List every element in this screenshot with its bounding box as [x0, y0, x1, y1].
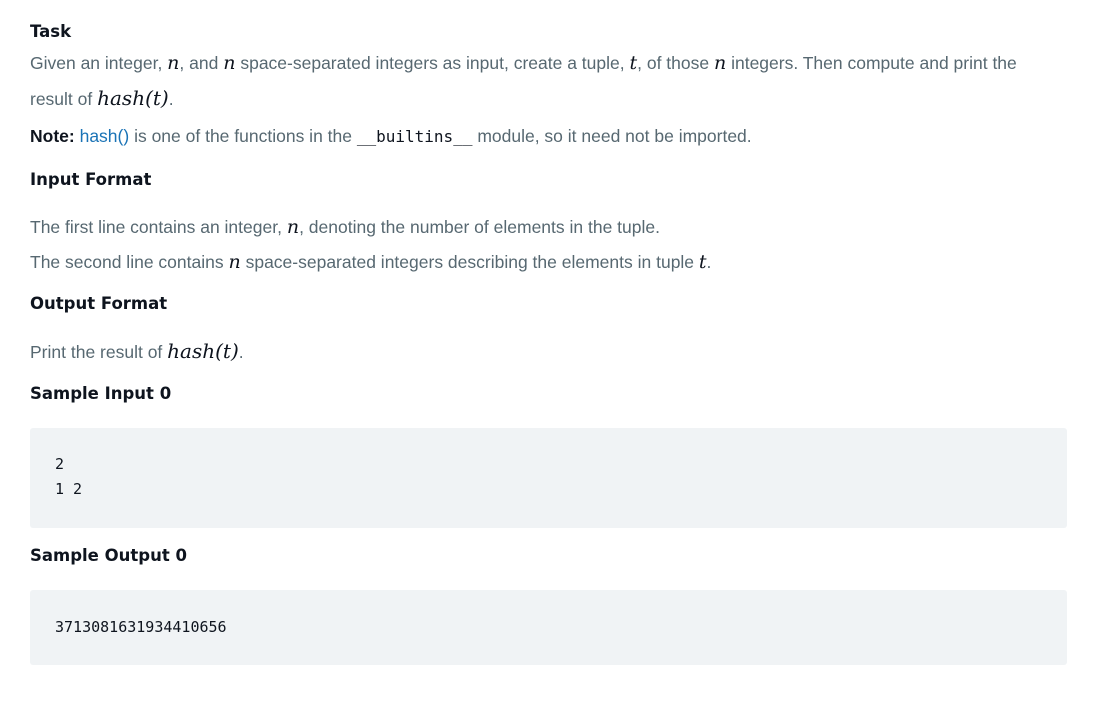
- code-line: 2: [55, 455, 65, 473]
- math-var-n: n: [228, 251, 241, 273]
- task-description: Given an integer, n, and n space-separat…: [30, 52, 1017, 110]
- math-var-n: n: [167, 52, 180, 74]
- math-var-n: n: [223, 52, 236, 74]
- sample-output-code-block: 3713081631934410656: [30, 590, 1067, 665]
- code-line: 3713081631934410656: [55, 618, 227, 636]
- hash-docs-link[interactable]: hash(): [80, 126, 130, 146]
- math-var-n: n: [713, 52, 727, 74]
- math-hash-expression: hash(t): [97, 86, 169, 110]
- math-hash-expression: hash(t): [167, 339, 239, 363]
- note-label: Note:: [30, 126, 75, 146]
- task-note: Note: hash() is one of the functions in …: [30, 126, 752, 146]
- sample-input-heading: Sample Input 0: [30, 384, 172, 403]
- math-var-t: t: [629, 52, 638, 74]
- builtins-code: __builtins__: [356, 127, 473, 146]
- output-format-heading: Output Format: [30, 294, 168, 313]
- math-var-t: t: [698, 251, 707, 273]
- input-format-description: The first line contains an integer, n, d…: [30, 216, 712, 273]
- output-format-description: Print the result of hash(t).: [30, 339, 244, 363]
- sample-input-code-block: 2 1 2: [30, 428, 1067, 528]
- math-var-n: n: [286, 216, 300, 238]
- task-heading: Task: [30, 22, 72, 41]
- problem-statement: Task Given an integer, n, and n space-se…: [30, 18, 1067, 665]
- sample-output-heading: Sample Output 0: [30, 546, 187, 565]
- code-line: 1 2: [55, 480, 83, 498]
- input-format-heading: Input Format: [30, 170, 152, 189]
